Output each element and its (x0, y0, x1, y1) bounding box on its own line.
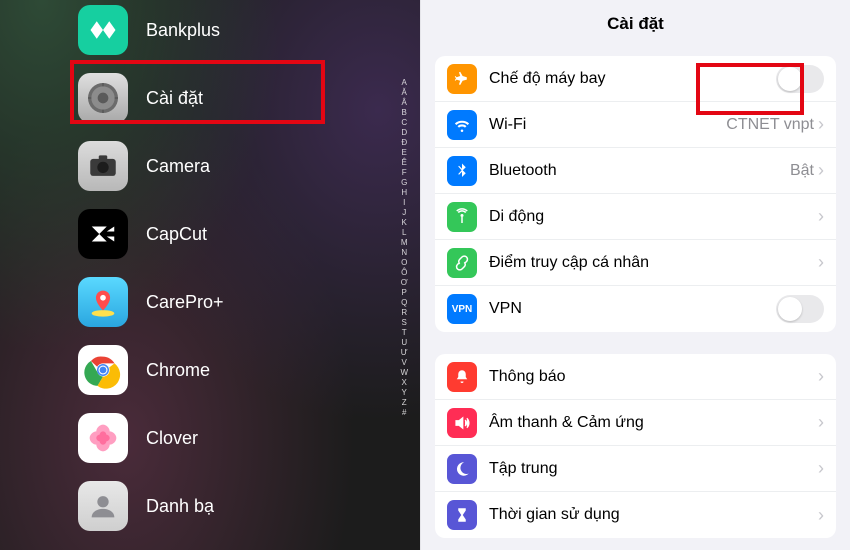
app-label: Clover (146, 428, 198, 449)
row-notifications[interactable]: Thông báo › (435, 354, 836, 400)
chevron-right-icon: › (818, 505, 824, 526)
app-row-settings[interactable]: Cài đặt (78, 68, 368, 128)
row-label: Thời gian sử dụng (489, 506, 818, 524)
row-label: VPN (489, 300, 776, 318)
chevron-right-icon: › (818, 412, 824, 433)
row-airplane[interactable]: Chế độ máy bay (435, 56, 836, 102)
toggle-airplane[interactable] (776, 65, 824, 93)
app-row-capcut[interactable]: CapCut (78, 204, 368, 264)
carepro-icon (78, 277, 128, 327)
chevron-right-icon: › (818, 458, 824, 479)
bell-icon (447, 362, 477, 392)
app-label: Cài đặt (146, 88, 203, 109)
settings-group-system: Thông báo › Âm thanh & Cảm ứng › Tập tru… (435, 354, 836, 538)
row-label: Chế độ máy bay (489, 70, 776, 88)
settings-icon (78, 73, 128, 123)
link-icon (447, 248, 477, 278)
row-screentime[interactable]: Thời gian sử dụng › (435, 492, 836, 538)
app-row-contacts[interactable]: Danh bạ (78, 476, 368, 536)
toggle-vpn[interactable] (776, 295, 824, 323)
row-value: Bật (790, 162, 814, 180)
airplane-icon (447, 64, 477, 94)
alpha-index[interactable]: AĂÂBCDĐEÊFGHIJKLMNOÔƠPQRSTUƯVWXYZ# (400, 78, 408, 418)
app-label: Danh bạ (146, 496, 214, 517)
app-label: Camera (146, 156, 210, 177)
speaker-icon (447, 408, 477, 438)
app-library-pane: Bankplus Cài đặt Camera CapCut CarePro+ (0, 0, 420, 550)
row-label: Tập trung (489, 460, 818, 478)
page-title: Cài đặt (421, 2, 850, 48)
app-label: Chrome (146, 360, 210, 381)
row-value: CTNET vnpt (726, 116, 814, 134)
app-row-chrome[interactable]: Chrome (78, 340, 368, 400)
row-label: Điểm truy cập cá nhân (489, 254, 818, 272)
row-label: Bluetooth (489, 162, 790, 180)
vpn-icon: VPN (447, 294, 477, 324)
bankplus-icon (78, 5, 128, 55)
app-label: CarePro+ (146, 292, 224, 313)
app-row-clover[interactable]: Clover (78, 408, 368, 468)
bluetooth-icon (447, 156, 477, 186)
row-cellular[interactable]: Di động › (435, 194, 836, 240)
row-label: Âm thanh & Cảm ứng (489, 414, 818, 432)
row-label: Thông báo (489, 368, 818, 386)
row-label: Wi-Fi (489, 116, 726, 134)
capcut-icon (78, 209, 128, 259)
row-wifi[interactable]: Wi-Fi CTNET vnpt › (435, 102, 836, 148)
row-hotspot[interactable]: Điểm truy cập cá nhân › (435, 240, 836, 286)
moon-icon (447, 454, 477, 484)
settings-group-connectivity: Chế độ máy bay Wi-Fi CTNET vnpt › Blueto… (435, 56, 836, 332)
camera-icon (78, 141, 128, 191)
chevron-right-icon: › (818, 252, 824, 273)
clover-icon (78, 413, 128, 463)
row-sounds[interactable]: Âm thanh & Cảm ứng › (435, 400, 836, 446)
chevron-right-icon: › (818, 114, 824, 135)
app-label: CapCut (146, 224, 207, 245)
row-focus[interactable]: Tập trung › (435, 446, 836, 492)
chevron-right-icon: › (818, 366, 824, 387)
antenna-icon (447, 202, 477, 232)
row-vpn[interactable]: VPN VPN (435, 286, 836, 332)
hourglass-icon (447, 500, 477, 530)
chevron-right-icon: › (818, 206, 824, 227)
chevron-right-icon: › (818, 160, 824, 181)
chrome-icon (78, 345, 128, 395)
row-label: Di động (489, 208, 818, 226)
row-bluetooth[interactable]: Bluetooth Bật › (435, 148, 836, 194)
app-list: Bankplus Cài đặt Camera CapCut CarePro+ (78, 0, 368, 544)
app-row-carepro[interactable]: CarePro+ (78, 272, 368, 332)
wifi-icon (447, 110, 477, 140)
app-row-bankplus[interactable]: Bankplus (78, 0, 368, 60)
app-label: Bankplus (146, 20, 220, 41)
settings-pane: Cài đặt Chế độ máy bay Wi-Fi CTNET vnpt … (420, 0, 850, 550)
app-row-camera[interactable]: Camera (78, 136, 368, 196)
contacts-icon (78, 481, 128, 531)
